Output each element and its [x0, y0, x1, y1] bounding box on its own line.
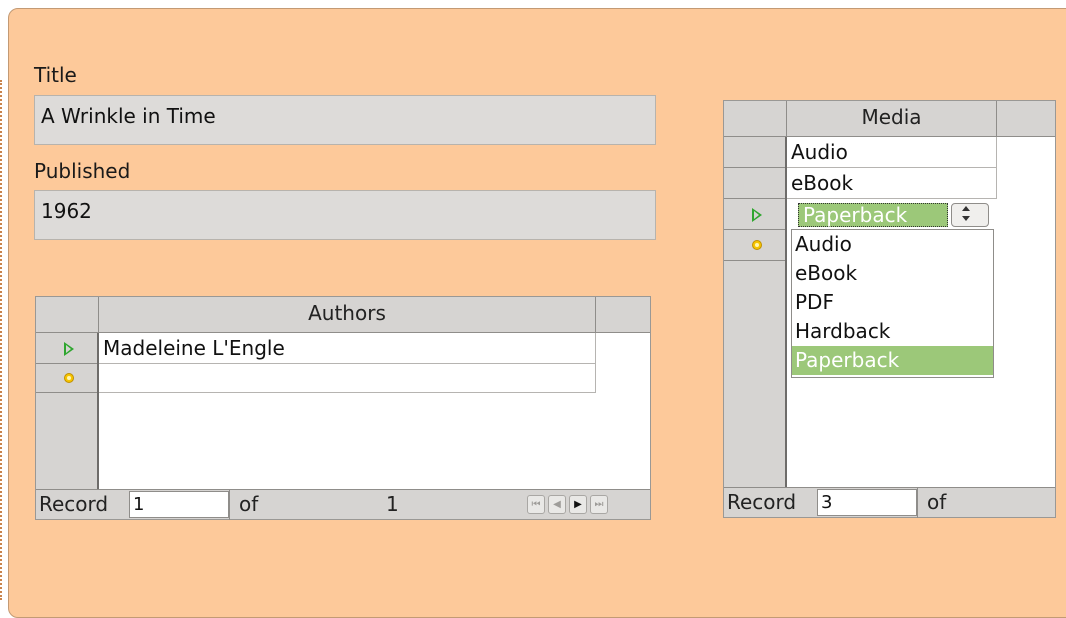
media-of-label: of: [927, 490, 947, 514]
dotted-border-decoration: [0, 80, 5, 600]
new-row-marker-icon: [64, 373, 74, 383]
media-grid-corner: [724, 101, 787, 137]
authors-row-header-1[interactable]: [36, 333, 97, 364]
media-row-header-2[interactable]: [724, 168, 785, 199]
dropdown-option-paperback[interactable]: Paperback: [792, 346, 993, 375]
media-combobox-spin-button[interactable]: [951, 203, 989, 227]
media-record-number-input[interactable]: 3: [817, 489, 917, 516]
media-record-navigator: Record 3 of: [724, 487, 1055, 518]
authors-nav-separator: [229, 490, 230, 520]
next-record-button[interactable]: ▶: [569, 495, 587, 514]
authors-grid-corner: [36, 297, 99, 333]
spin-up-icon: [962, 206, 970, 211]
media-row-header-3[interactable]: [724, 199, 785, 230]
media-dropdown-list[interactable]: Audio eBook PDF Hardback Paperback: [791, 229, 994, 378]
authors-of-label: of: [239, 492, 259, 516]
authors-column-header[interactable]: Authors: [99, 297, 596, 333]
media-cell-row-1[interactable]: Audio: [787, 137, 997, 168]
current-row-arrow-icon: [752, 208, 762, 222]
authors-record-total: 1: [386, 492, 399, 516]
last-record-icon: ⏭: [594, 499, 604, 510]
first-record-icon: ⏮: [531, 499, 541, 510]
authors-cell-new-row[interactable]: [99, 364, 596, 393]
authors-row-header-new[interactable]: [36, 364, 97, 393]
media-row-headers: [724, 137, 787, 487]
spin-down-icon: [962, 216, 970, 221]
authors-record-label: Record: [39, 492, 109, 516]
media-cell-row-2[interactable]: eBook: [787, 168, 997, 199]
current-row-arrow-icon: [64, 342, 74, 356]
media-row-header-1[interactable]: [724, 137, 785, 168]
dropdown-option-audio[interactable]: Audio: [792, 230, 993, 259]
media-header-filler: [997, 101, 1055, 137]
dropdown-option-pdf[interactable]: PDF: [792, 288, 993, 317]
authors-row-headers: [36, 333, 99, 489]
authors-record-number-input[interactable]: 1: [129, 491, 229, 518]
new-row-marker-icon: [752, 240, 762, 250]
authors-grid[interactable]: Authors Madeleine L'Engle Record 1 of 1 …: [35, 296, 651, 520]
media-record-label: Record: [727, 490, 797, 514]
title-field[interactable]: A Wrinkle in Time: [34, 95, 656, 145]
dropdown-option-hardback[interactable]: Hardback: [792, 317, 993, 346]
previous-record-icon: ◀: [553, 499, 561, 510]
first-record-button[interactable]: ⏮: [527, 495, 545, 514]
previous-record-button[interactable]: ◀: [548, 495, 566, 514]
authors-cell-row-1[interactable]: Madeleine L'Engle: [99, 333, 596, 364]
published-field[interactable]: 1962: [34, 190, 656, 240]
authors-record-navigator: Record 1 of 1 ⏮ ◀ ▶ ⏭: [36, 489, 650, 520]
media-column-header[interactable]: Media: [787, 101, 997, 137]
media-combobox[interactable]: Paperback: [798, 203, 948, 227]
dropdown-option-ebook[interactable]: eBook: [792, 259, 993, 288]
authors-header-filler: [596, 297, 650, 333]
next-record-icon: ▶: [574, 499, 582, 510]
media-nav-separator: [917, 488, 918, 518]
media-grid[interactable]: Media Audio eBook Paperback Audio eBook …: [723, 100, 1056, 518]
media-row-header-new[interactable]: [724, 230, 785, 261]
last-record-button[interactable]: ⏭: [590, 495, 608, 514]
title-label: Title: [34, 63, 77, 87]
book-form: Title A Wrinkle in Time Published 1962 A…: [8, 8, 1066, 618]
published-label: Published: [34, 159, 131, 183]
